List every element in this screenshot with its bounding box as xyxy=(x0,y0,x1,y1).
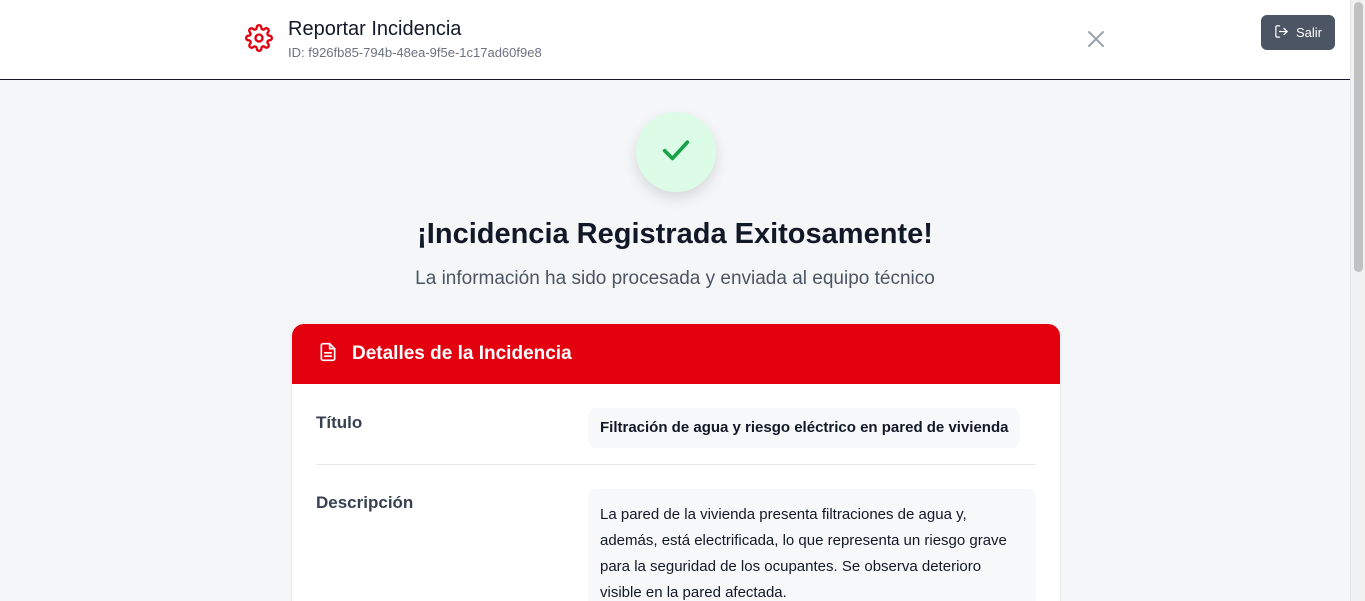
incident-details-card: Detalles de la Incidencia Título Filtrac… xyxy=(292,324,1060,601)
gear-icon xyxy=(245,24,273,52)
detail-label: Descripción xyxy=(316,493,414,512)
detail-value-description: La pared de la vivienda presenta filtrac… xyxy=(588,489,1036,601)
details-card-title: Detalles de la Incidencia xyxy=(352,343,572,364)
check-icon xyxy=(659,133,693,172)
details-card-header: Detalles de la Incidencia xyxy=(292,324,1060,384)
logout-icon xyxy=(1274,24,1289,42)
page-title: Reportar Incidencia xyxy=(288,18,462,40)
document-icon xyxy=(318,342,338,367)
success-title: ¡Incidencia Registrada Exitosamente! xyxy=(417,218,933,250)
close-icon[interactable] xyxy=(1084,27,1108,51)
success-subtitle: La información ha sido procesada y envia… xyxy=(415,268,935,289)
detail-label: Título xyxy=(316,413,363,432)
success-badge xyxy=(636,112,716,192)
detail-value-title: Filtración de agua y riesgo eléctrico en… xyxy=(588,408,1021,448)
incident-id: ID: f926fb85-794b-48ea-9f5e-1c17ad60f9e8 xyxy=(288,45,542,60)
detail-row-description: Descripción La pared de la vivienda pres… xyxy=(316,489,1036,601)
exit-button[interactable]: Salir xyxy=(1261,15,1335,50)
top-header: Reportar Incidencia ID: f926fb85-794b-48… xyxy=(0,0,1350,80)
app-viewport: Reportar Incidencia ID: f926fb85-794b-48… xyxy=(0,0,1365,601)
vertical-scrollbar[interactable] xyxy=(1350,0,1365,601)
exit-button-label: Salir xyxy=(1295,25,1322,40)
detail-row-title: Título Filtración de agua y riesgo eléct… xyxy=(316,408,1036,465)
scrollbar-thumb[interactable] xyxy=(1354,2,1363,272)
